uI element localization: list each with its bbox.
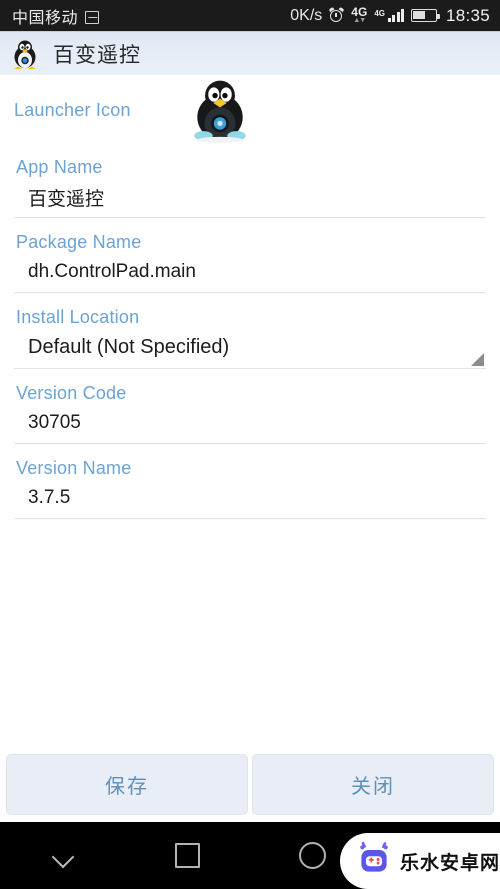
field-label-version-code: Version Code (16, 383, 127, 403)
nav-recents-button[interactable] (125, 822, 250, 889)
field-version-name: Version Name (14, 446, 486, 519)
phone-screen: 中国移动 0K/s 4G ▲▼ 4G 18:35 百变遥控 Launcher I… (0, 0, 500, 889)
status-bar-right-group: 0K/s 4G ▲▼ 4G 18:35 (290, 6, 490, 26)
network-type-icon: 4G ▲▼ (351, 6, 367, 24)
chevron-down-icon (52, 845, 74, 867)
form-content: Launcher Icon App Name 百变遥控 Package Name… (0, 75, 500, 747)
carrier-label: 中国移动 (12, 9, 79, 27)
network-speed-label: 0K/s (290, 6, 323, 24)
spinner-triangle-icon (471, 353, 484, 366)
install-location-value: Default (Not Specified) (28, 336, 230, 358)
save-button[interactable]: 保存 (6, 754, 248, 815)
app-name-input[interactable] (14, 182, 486, 218)
package-name-input[interactable] (14, 257, 486, 293)
action-button-bar: 保存 关闭 (0, 747, 500, 822)
nav-collapse-button[interactable] (0, 822, 125, 889)
install-location-spinner[interactable]: Default (Not Specified) (14, 332, 486, 369)
site-watermark: 乐水安卓网 (340, 833, 500, 889)
field-label-version-name: Version Name (16, 458, 132, 478)
field-package-name: Package Name (14, 220, 486, 293)
launcher-icon-row: Launcher Icon (14, 75, 486, 145)
tux-penguin-launcher-icon[interactable] (187, 77, 253, 143)
version-code-input[interactable] (14, 408, 486, 444)
launcher-icon-label: Launcher Icon (14, 99, 131, 120)
field-label-app-name: App Name (16, 157, 103, 177)
circle-home-icon (299, 842, 326, 869)
robot-mascot-icon (356, 841, 392, 882)
signal-bars-icon: 4G (374, 9, 404, 22)
app-bar-title: 百变遥控 (53, 43, 141, 67)
field-version-code: Version Code (14, 371, 486, 444)
data-arrows-icon: ▲▼ (353, 17, 366, 24)
field-app-name: App Name (14, 145, 486, 218)
tux-penguin-icon (9, 38, 41, 70)
clock-label: 18:35 (445, 5, 490, 25)
alarm-clock-icon (328, 6, 345, 23)
close-button[interactable]: 关闭 (252, 754, 494, 815)
signal-type-label: 4G (374, 9, 385, 18)
field-label-package-name: Package Name (16, 232, 142, 252)
version-name-input[interactable] (14, 483, 486, 519)
watermark-text: 乐水安卓网 (400, 852, 500, 874)
status-bar: 中国移动 0K/s 4G ▲▼ 4G 18:35 (0, 0, 500, 31)
screenshot-icon (85, 11, 100, 24)
battery-icon (410, 9, 440, 22)
square-recents-icon (175, 843, 200, 868)
field-label-install-location: Install Location (16, 307, 140, 327)
app-bar: 百变遥控 (0, 31, 500, 75)
field-install-location: Install Location Default (Not Specified) (14, 295, 486, 369)
